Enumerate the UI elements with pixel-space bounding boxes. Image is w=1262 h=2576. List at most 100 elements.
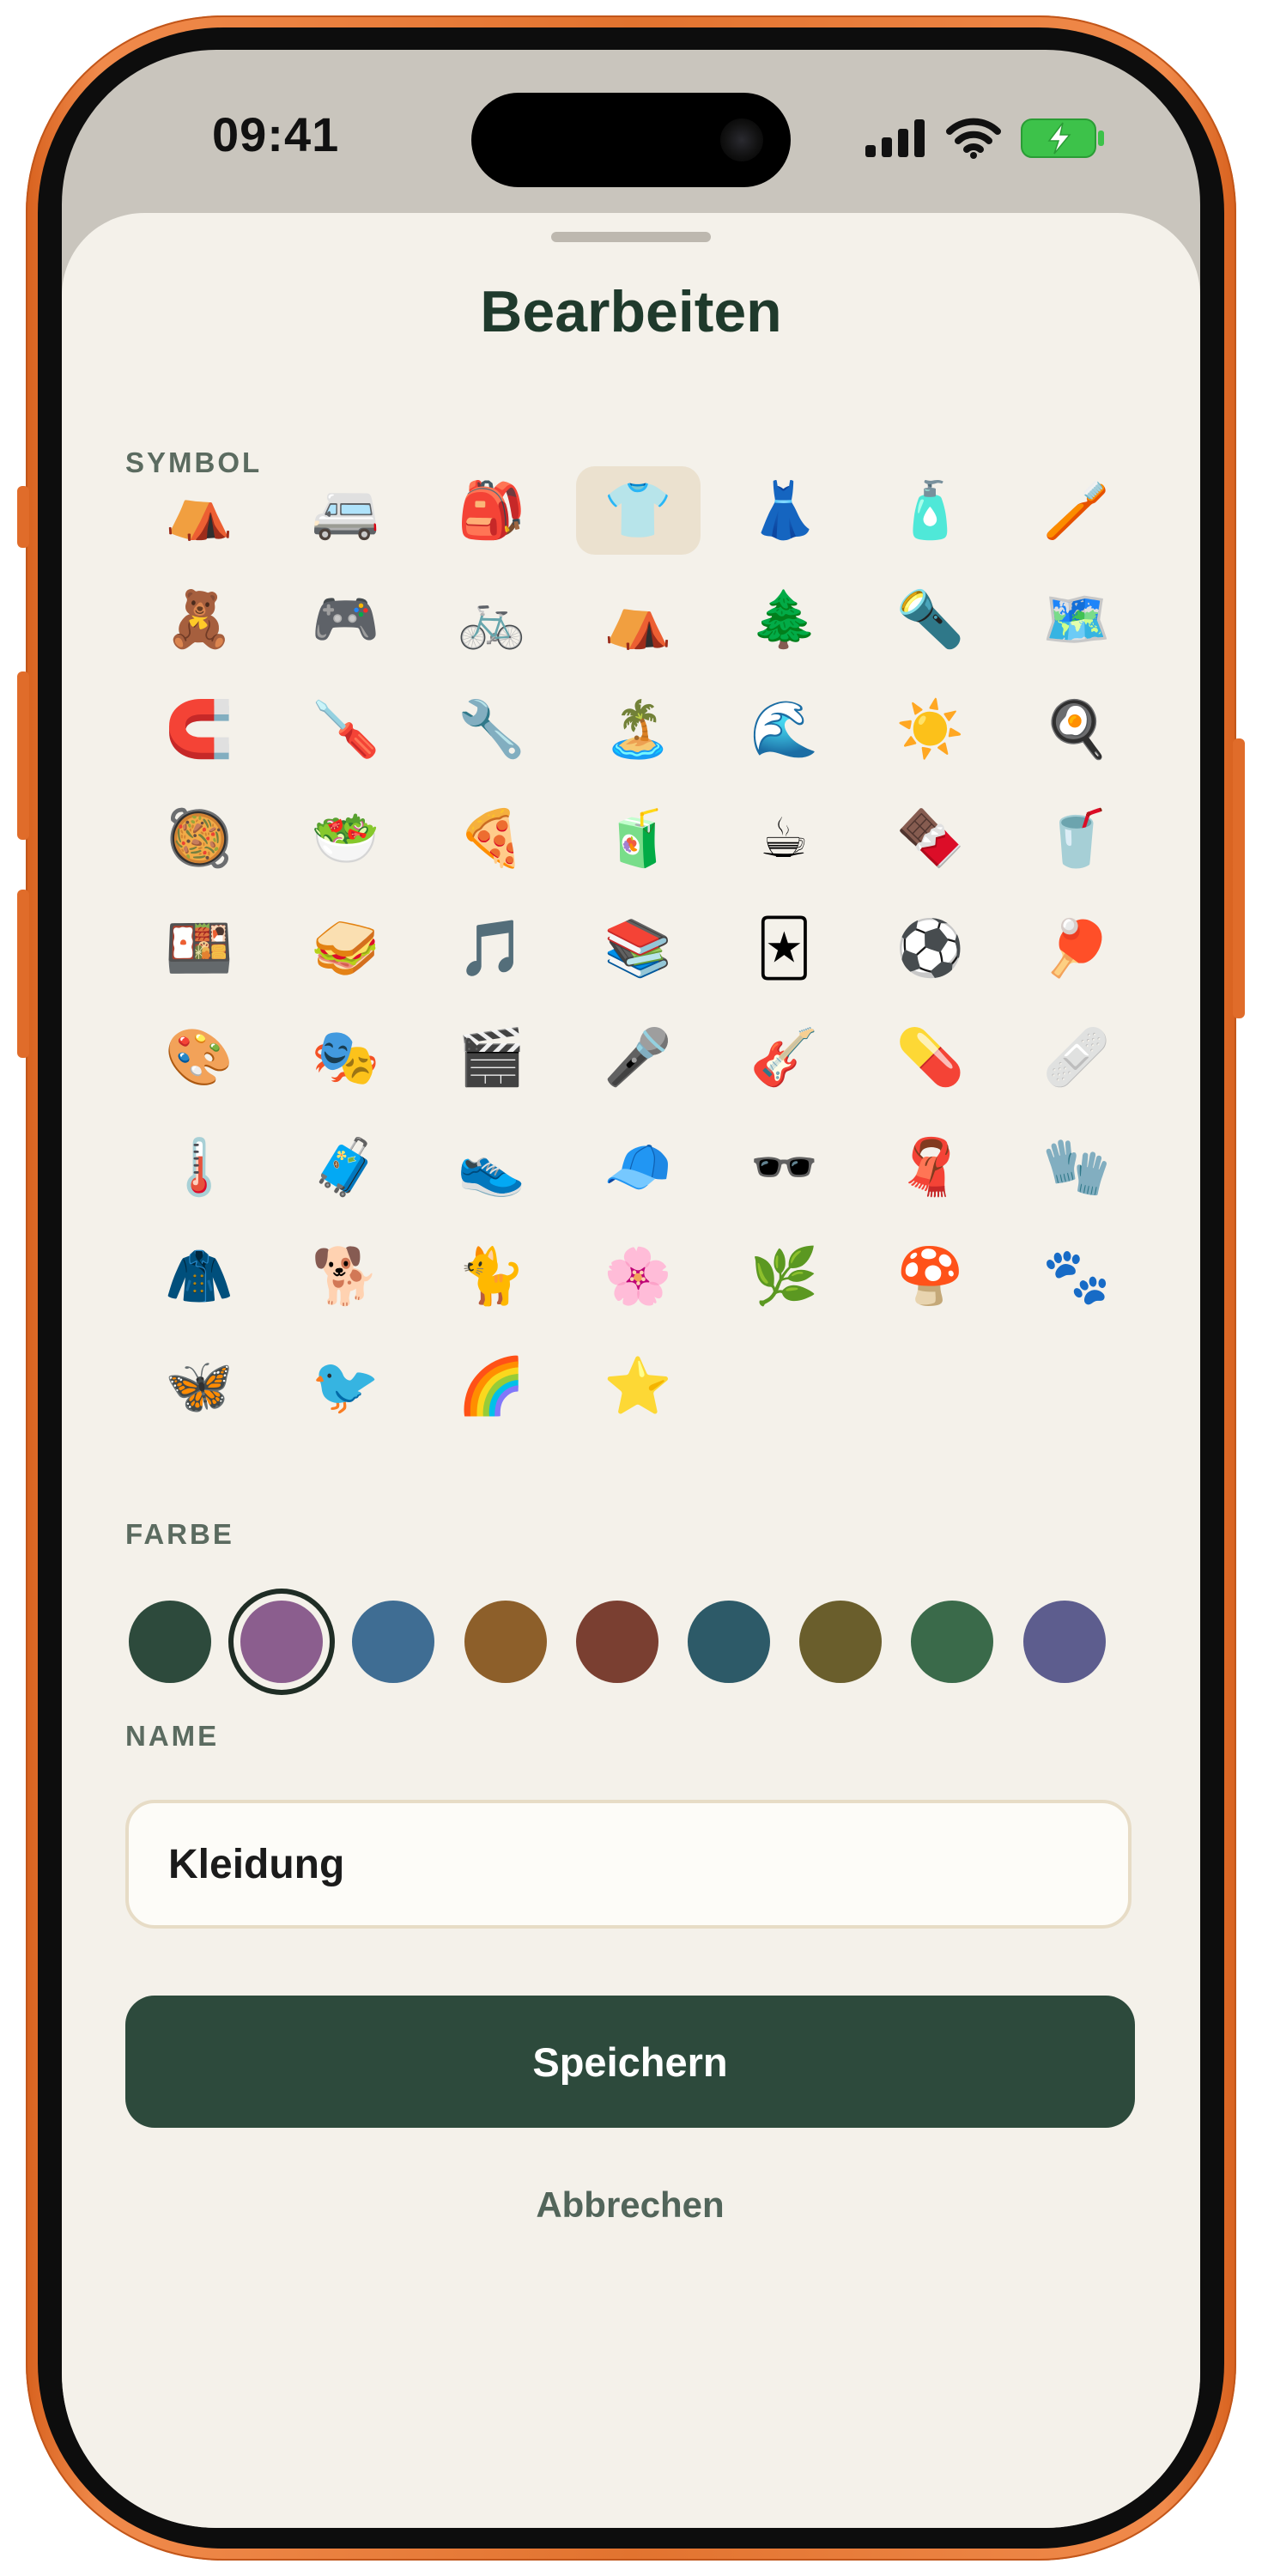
symbol-option[interactable]: 🕶️ — [711, 1113, 857, 1223]
symbol-option[interactable]: 🧳 — [272, 1113, 418, 1223]
symbol-emoji: ☕ — [759, 807, 810, 872]
symbol-option[interactable]: 🧥 — [126, 1223, 272, 1333]
symbol-emoji: 🌊 — [749, 697, 819, 762]
symbol-option[interactable]: 🎤 — [565, 1004, 711, 1114]
symbol-option[interactable]: 🧢 — [565, 1113, 711, 1223]
symbol-emoji: 🎸 — [749, 1026, 819, 1091]
symbol-option[interactable]: 🍳 — [1004, 675, 1150, 785]
symbol-option[interactable]: 🐦 — [272, 1332, 418, 1442]
symbol-option[interactable]: 🎮 — [272, 566, 418, 676]
symbol-emoji: ⛺ — [604, 588, 672, 653]
sheet-grabber[interactable] — [551, 232, 711, 242]
symbol-option[interactable]: 🦋 — [126, 1332, 272, 1442]
symbol-option[interactable]: 🍫 — [857, 785, 1003, 895]
symbol-emoji: 🧥 — [165, 1245, 234, 1309]
symbol-option[interactable]: 🌿 — [711, 1223, 857, 1333]
symbol-option[interactable]: 🐈 — [419, 1223, 565, 1333]
symbol-option[interactable]: 🏝️ — [565, 675, 711, 785]
symbol-option[interactable]: 🚲 — [419, 566, 565, 676]
symbol-option[interactable]: 🔧 — [419, 675, 565, 785]
symbol-emoji: ⚽ — [895, 916, 965, 981]
symbol-option[interactable]: ☕ — [711, 785, 857, 895]
symbol-emoji: 🐕 — [311, 1245, 380, 1309]
symbol-option[interactable]: 🥘 — [126, 785, 272, 895]
symbol-emoji: 🪛 — [311, 697, 380, 762]
symbol-option[interactable]: 🪥 — [1004, 456, 1150, 566]
symbol-option[interactable]: 🧸 — [126, 566, 272, 676]
symbol-option[interactable]: 🪛 — [272, 675, 418, 785]
color-picker — [125, 1597, 1138, 1686]
symbol-option[interactable]: 🌡️ — [126, 1113, 272, 1223]
symbol-option[interactable]: 🚐 — [272, 456, 418, 566]
symbol-option[interactable]: 🥪 — [272, 894, 418, 1004]
name-input[interactable] — [125, 1800, 1132, 1929]
color-swatch[interactable] — [575, 1601, 658, 1683]
symbol-option[interactable]: 🧴 — [857, 456, 1003, 566]
volume-down-button — [17, 890, 29, 1058]
color-swatch[interactable] — [911, 1601, 994, 1683]
symbol-option[interactable]: 👕 — [565, 456, 711, 566]
symbol-option[interactable]: 🧤 — [1004, 1113, 1150, 1223]
symbol-option[interactable]: ☀️ — [857, 675, 1003, 785]
symbol-option[interactable]: 🍱 — [126, 894, 272, 1004]
symbol-option[interactable]: 🧃 — [565, 785, 711, 895]
symbol-option[interactable]: 🧣 — [857, 1113, 1003, 1223]
symbol-option[interactable]: ⚽ — [857, 894, 1003, 1004]
save-button[interactable]: Speichern — [125, 1996, 1135, 2128]
color-swatch[interactable] — [352, 1601, 435, 1683]
symbol-option[interactable]: 🐕 — [272, 1223, 418, 1333]
symbol-option[interactable]: 🔦 — [857, 566, 1003, 676]
symbol-option[interactable]: 🎨 — [126, 1004, 272, 1114]
symbol-option[interactable]: 🏓 — [1004, 894, 1150, 1004]
symbol-option[interactable]: ⭐ — [565, 1332, 711, 1442]
action-button — [17, 486, 29, 548]
symbol-emoji: 🧴 — [895, 478, 965, 543]
symbol-option[interactable]: 🐾 — [1004, 1223, 1150, 1333]
symbol-emoji: 🥤 — [1042, 807, 1111, 872]
symbol-emoji: 🎨 — [165, 1026, 234, 1091]
symbol-option[interactable]: 🗺️ — [1004, 566, 1150, 676]
symbol-option[interactable]: 🧲 — [126, 675, 272, 785]
symbol-option[interactable]: 🎒 — [419, 456, 565, 566]
symbol-emoji: 🎬 — [457, 1026, 526, 1091]
color-swatch[interactable] — [688, 1601, 770, 1683]
symbol-option[interactable]: 🌊 — [711, 675, 857, 785]
symbol-option[interactable]: 🍄 — [857, 1223, 1003, 1333]
symbol-option[interactable]: 🥤 — [1004, 785, 1150, 895]
symbol-option[interactable]: 🍕 — [419, 785, 565, 895]
symbol-option[interactable]: ⛺ — [126, 456, 272, 566]
symbol-option[interactable]: 🎭 — [272, 1004, 418, 1114]
symbol-emoji: 🎒 — [457, 478, 526, 543]
color-swatch[interactable] — [799, 1601, 883, 1683]
symbol-emoji: 🚐 — [311, 478, 380, 543]
symbol-option[interactable]: 🎸 — [711, 1004, 857, 1114]
color-swatch[interactable] — [1022, 1601, 1106, 1683]
symbol-option[interactable]: 🥗 — [272, 785, 418, 895]
name-section-label: NAME — [125, 1720, 220, 1752]
symbol-option[interactable]: 🎬 — [419, 1004, 565, 1114]
symbol-option[interactable]: 🌸 — [565, 1223, 711, 1333]
symbol-emoji: 🎮 — [311, 588, 380, 653]
symbol-option[interactable]: ⛺ — [565, 566, 711, 676]
symbol-option[interactable]: 👟 — [419, 1113, 565, 1223]
color-swatch[interactable] — [129, 1601, 211, 1683]
color-swatch[interactable] — [240, 1601, 324, 1683]
power-button — [1233, 738, 1245, 1018]
cancel-button[interactable]: Abbrechen — [125, 2171, 1135, 2239]
symbol-option[interactable]: 💊 — [857, 1004, 1003, 1114]
symbol-option[interactable]: 🌈 — [419, 1332, 565, 1442]
color-swatch[interactable] — [464, 1601, 547, 1683]
symbol-emoji: 🔦 — [895, 588, 965, 653]
symbol-option[interactable]: 🌲 — [711, 566, 857, 676]
symbol-option[interactable]: 🃏 — [711, 894, 857, 1004]
symbol-option[interactable]: 🎵 — [419, 894, 565, 1004]
wifi-icon — [946, 118, 1001, 159]
symbol-emoji: 🍳 — [1042, 697, 1111, 762]
symbol-option[interactable]: 🩹 — [1004, 1004, 1150, 1114]
symbol-option[interactable]: 📚 — [565, 894, 711, 1004]
symbol-option[interactable]: 👗 — [711, 456, 857, 566]
screen: 09:41 Bearbeiten SYMBOL ⛺ 🚐 🎒 👕 👗 🧴 🪥 🧸 … — [62, 50, 1200, 2528]
symbol-emoji: 🩹 — [1042, 1026, 1111, 1091]
symbol-emoji: 🪥 — [1042, 478, 1111, 543]
volume-up-button — [17, 671, 29, 840]
